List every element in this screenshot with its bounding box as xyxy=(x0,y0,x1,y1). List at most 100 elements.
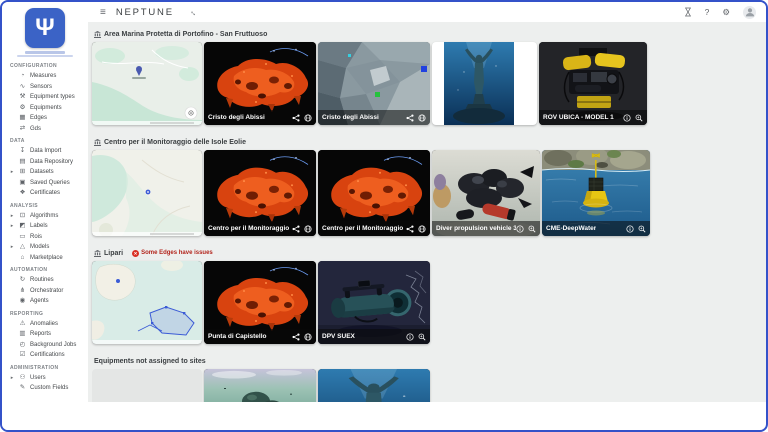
zoom-in-icon[interactable] xyxy=(418,333,426,341)
resize-diagonal-icon[interactable]: ↔ xyxy=(188,6,200,18)
sidebar-item-label: Edges xyxy=(30,115,47,121)
card-row xyxy=(92,369,766,402)
sidebar-item-custom-fields[interactable]: ✎Custom Fields xyxy=(2,383,88,394)
sidebar-section-label: AUTOMATION xyxy=(2,263,88,275)
users-icon: ⚇ xyxy=(18,375,27,382)
zoom-in-icon[interactable] xyxy=(638,225,646,233)
avatar[interactable] xyxy=(743,6,756,19)
placeholder-card[interactable] xyxy=(92,369,202,402)
model-card[interactable]: Cristo degli Abissi xyxy=(318,42,430,125)
sidebar-item-label: Sensors xyxy=(30,84,52,90)
equipment-card[interactable]: ROV UBICA - MODEL 1 xyxy=(539,42,647,125)
sidebar-item-label: Datasets xyxy=(30,169,54,175)
globe-icon[interactable] xyxy=(304,114,312,122)
equipment-card[interactable] xyxy=(318,369,430,402)
equipment-card[interactable]: DPV SUEX xyxy=(318,261,430,344)
share-icon[interactable] xyxy=(292,333,300,341)
info-icon[interactable] xyxy=(623,114,631,122)
zoom-in-icon[interactable] xyxy=(528,225,536,233)
sidebar-item-sensors[interactable]: ∿Sensors xyxy=(2,82,88,93)
card-title: ROV UBICA - MODEL 1 xyxy=(543,114,614,121)
sidebar-item-anomalies[interactable]: ⚠Anomalies xyxy=(2,319,88,330)
background-jobs-icon: ◴ xyxy=(18,342,27,349)
photo-card[interactable] xyxy=(432,42,537,125)
rois-icon: ▭ xyxy=(18,234,27,241)
unassigned-section-header: Equipments not assigned to sites xyxy=(94,357,766,365)
share-icon[interactable] xyxy=(406,225,414,233)
sidebar-item-equipment-types[interactable]: ⚒Equipment types xyxy=(2,92,88,103)
sidebar-item-reports[interactable]: ▥Reports xyxy=(2,329,88,340)
sensors-icon: ∿ xyxy=(18,84,27,91)
site-map-card[interactable] xyxy=(92,150,202,236)
model-card[interactable]: Centro per il Monitoraggio xyxy=(318,150,430,236)
info-icon[interactable] xyxy=(516,225,524,233)
sidebar-item-label: Background Jobs xyxy=(30,342,76,348)
orchestrator-icon: ⋔ xyxy=(18,288,27,295)
globe-icon[interactable] xyxy=(304,225,312,233)
share-icon[interactable] xyxy=(292,114,300,122)
trident-icon: Ψ xyxy=(35,16,54,40)
sidebar-item-certifications[interactable]: ☑Certifications xyxy=(2,350,88,361)
settings-icon[interactable]: ⚙ xyxy=(722,8,730,17)
card-label-bar: Cristo degli Abissi xyxy=(204,110,316,125)
sidebar-item-users[interactable]: ▸⚇Users xyxy=(2,373,88,384)
statue-photo xyxy=(318,369,430,402)
topbar: ≡ NEPTUNE ↔ ? ⚙ xyxy=(88,2,766,22)
model-card[interactable]: Punta di Capistello xyxy=(204,261,316,344)
help-icon[interactable]: ? xyxy=(705,8,710,17)
model-card[interactable]: Centro per il Monitoraggio xyxy=(204,150,316,236)
site-map-card[interactable] xyxy=(92,42,202,125)
sidebar-item-gds[interactable]: ⇄Gds xyxy=(2,124,88,135)
sidebar-item-equipments[interactable]: ⚙Equipments xyxy=(2,103,88,114)
globe-icon[interactable] xyxy=(418,225,426,233)
sidebar-item-certificates[interactable]: ❖Certificates xyxy=(2,188,88,199)
sidebar-item-orchestrator[interactable]: ⋔Orchestrator xyxy=(2,286,88,297)
sidebar-item-models[interactable]: ▸△Models xyxy=(2,242,88,253)
equipment-card[interactable]: Diver propulsion vehicle 3 xyxy=(432,150,540,236)
algorithms-icon: ⊡ xyxy=(18,213,27,220)
map-image xyxy=(92,261,202,344)
sidebar-item-data-import[interactable]: ↧Data Import xyxy=(2,146,88,157)
sidebar-nav: CONFIGURATION◔Measures∿Sensors⚒Equipment… xyxy=(2,59,88,394)
sidebar-item-routines[interactable]: ↻Routines xyxy=(2,275,88,286)
card-label-bar: ROV UBICA - MODEL 1 xyxy=(539,110,647,125)
sidebar-item-labels[interactable]: ▸◩Labels xyxy=(2,221,88,232)
sidebar-item-marketplace[interactable]: ⌂Marketplace xyxy=(2,253,88,264)
model-card[interactable]: Cristo degli Abissi xyxy=(204,42,316,125)
app-logo[interactable]: Ψ xyxy=(25,8,65,48)
menu-icon[interactable]: ≡ xyxy=(100,7,106,18)
pending-actions-icon[interactable] xyxy=(684,7,692,17)
sidebar-item-datasets[interactable]: ▸⊞Datasets xyxy=(2,167,88,178)
sidebar-item-label: Gds xyxy=(30,126,41,132)
sidebar-item-measures[interactable]: ◔Measures xyxy=(2,71,88,82)
card-title: DPV SUEX xyxy=(322,333,355,340)
share-icon[interactable] xyxy=(406,114,414,122)
expand-arrow-icon: ▸ xyxy=(9,169,15,175)
sidebar-item-label: Equipments xyxy=(30,105,62,111)
site-map-card[interactable] xyxy=(92,261,202,344)
equipment-card[interactable]: CME-DeepWater xyxy=(542,150,650,236)
info-icon[interactable] xyxy=(626,225,634,233)
sidebar-item-algorithms[interactable]: ▸⊡Algorithms xyxy=(2,211,88,222)
sidebar-item-label: Agents xyxy=(30,298,49,304)
equipment-card[interactable] xyxy=(204,369,316,402)
sidebar-item-agents[interactable]: ◉Agents xyxy=(2,296,88,307)
card-label-bar: Punta di Capistello xyxy=(204,329,316,344)
sidebar-item-background-jobs[interactable]: ◴Background Jobs xyxy=(2,340,88,351)
person-icon xyxy=(744,6,756,18)
globe-icon[interactable] xyxy=(304,333,312,341)
saved-queries-icon: ▣ xyxy=(18,180,27,187)
sidebar-item-saved-queries[interactable]: ▣Saved Queries xyxy=(2,178,88,189)
card-row: Punta di Capistello DPV SUEX xyxy=(92,261,766,344)
sidebar-item-rois[interactable]: ▭Rois xyxy=(2,232,88,243)
section-title: Lipari xyxy=(104,250,123,257)
sidebar-item-data-repository[interactable]: ▤Data Repository xyxy=(2,157,88,168)
share-icon[interactable] xyxy=(292,225,300,233)
sidebar-item-edges[interactable]: ▦Edges xyxy=(2,113,88,124)
sidebar-item-label: Users xyxy=(30,375,46,381)
card-title: Centro per il Monitoraggio xyxy=(208,225,289,232)
info-icon[interactable] xyxy=(406,333,414,341)
marketplace-icon: ⌂ xyxy=(18,255,27,262)
zoom-in-icon[interactable] xyxy=(635,114,643,122)
globe-icon[interactable] xyxy=(418,114,426,122)
